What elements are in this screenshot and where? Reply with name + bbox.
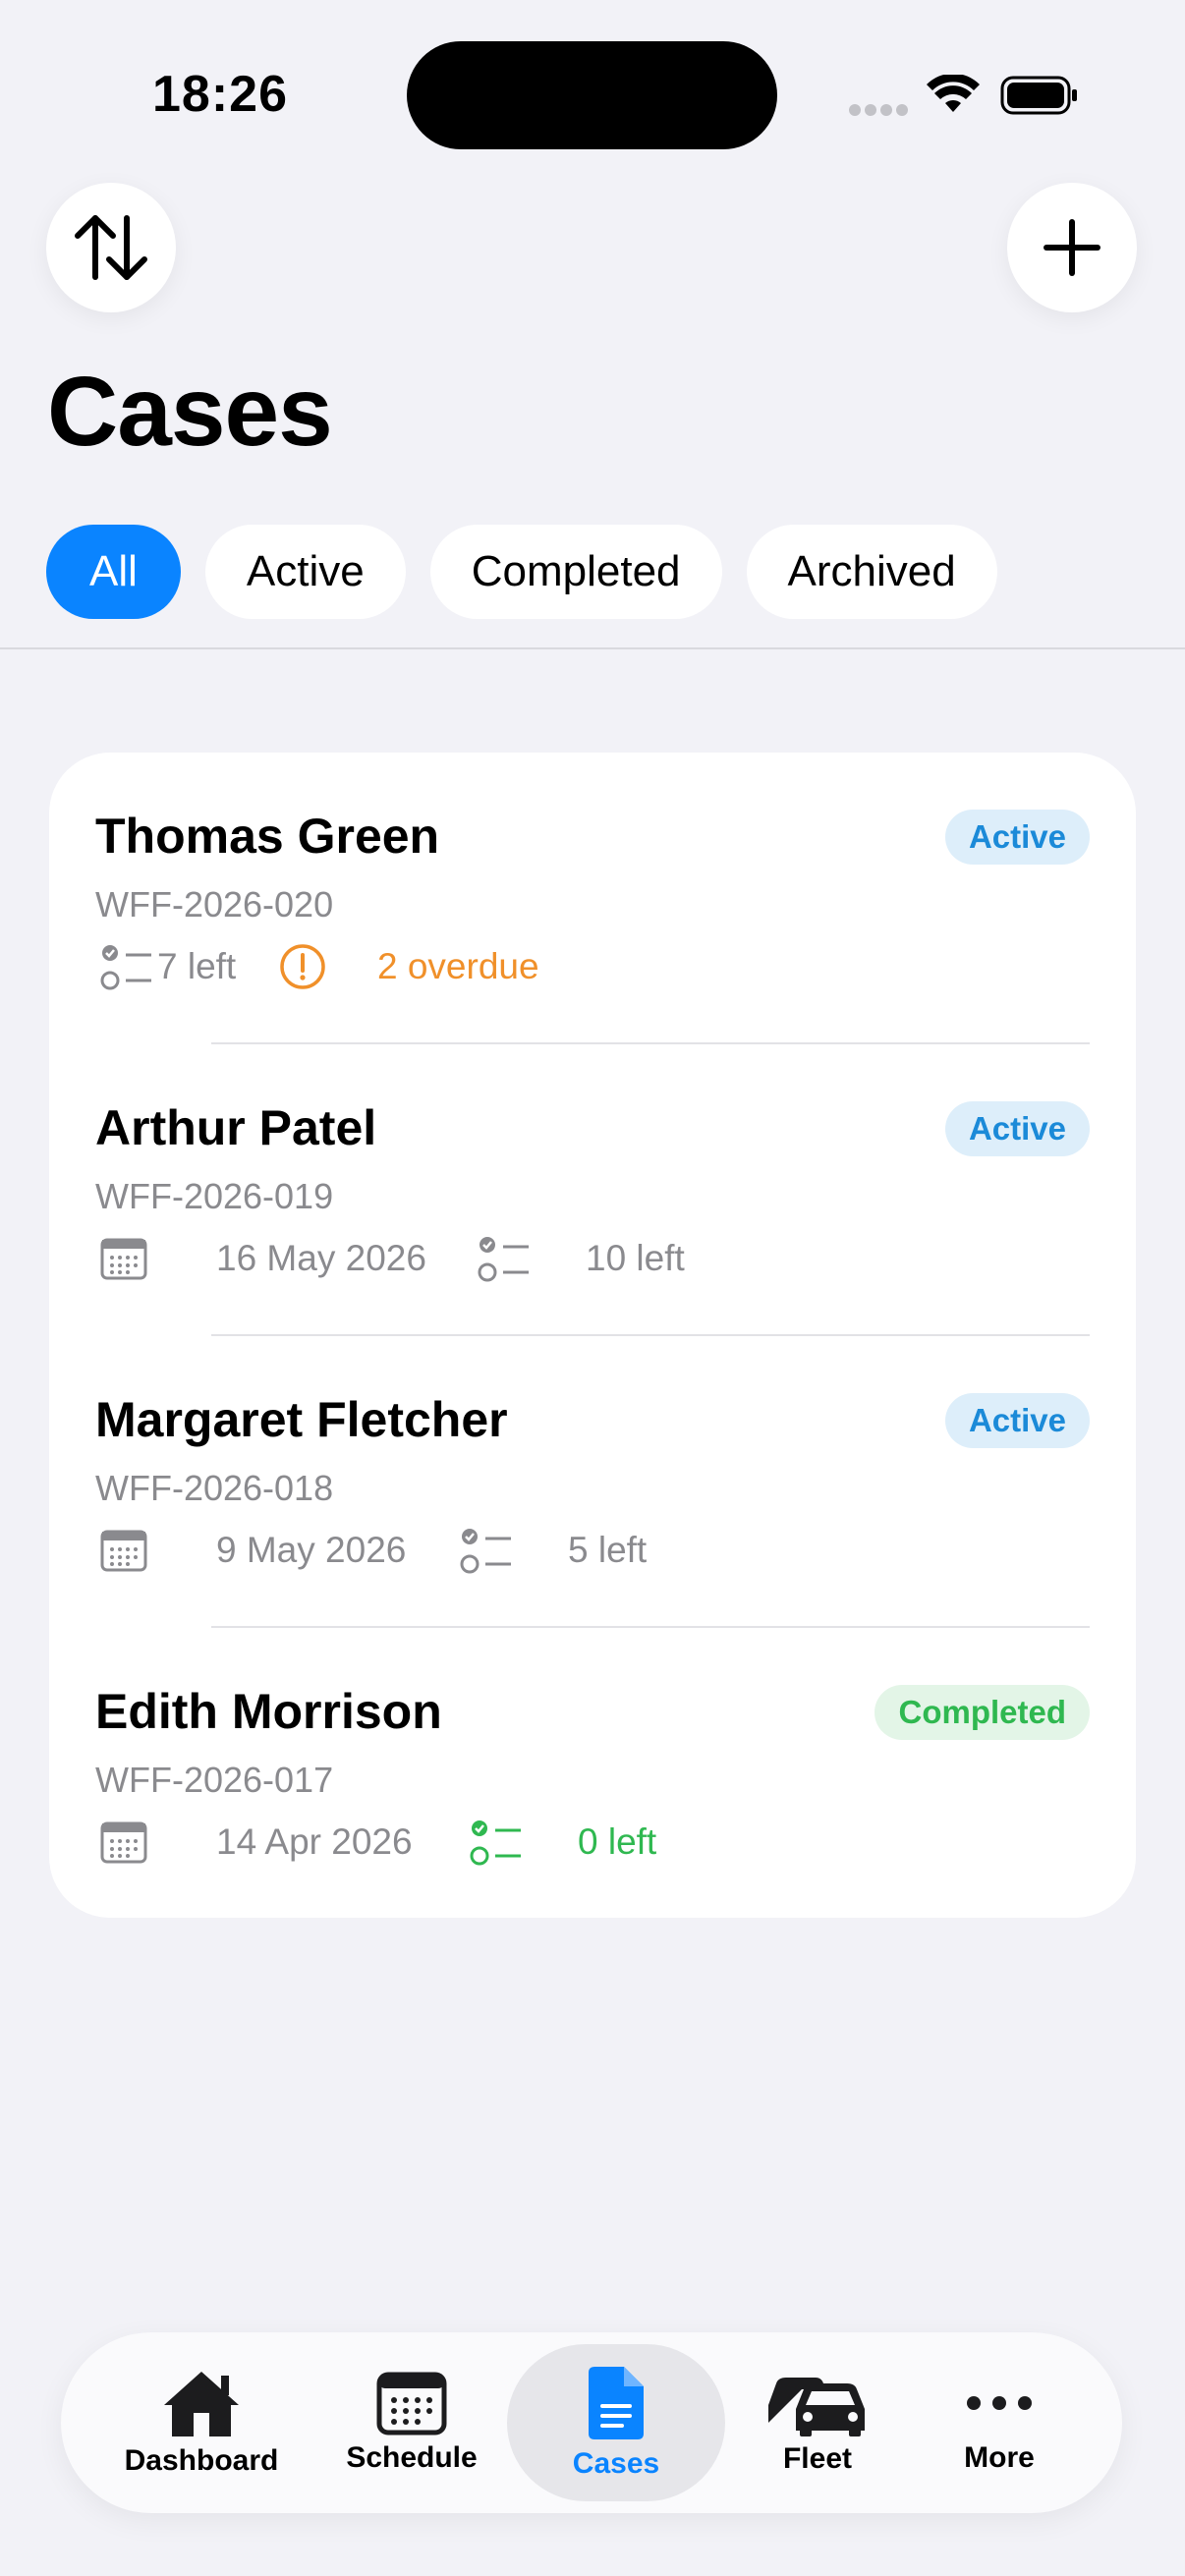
- arrow-up-down-icon: [75, 215, 147, 280]
- checklist-complete-icon: [470, 1815, 578, 1870]
- battery-icon: [1000, 76, 1077, 115]
- plus-icon: [1044, 219, 1100, 276]
- ellipsis-icon: [967, 2396, 1032, 2410]
- tab-bar: Dashboard Schedule Cases Fleet More: [61, 2332, 1122, 2513]
- case-meta: 14 Apr 2026 0 left: [100, 1815, 656, 1870]
- page-title: Cases: [47, 357, 333, 467]
- tasks-left: 5 left: [568, 1530, 648, 1570]
- tasks-left: 0 left: [578, 1821, 657, 1862]
- filter-all[interactable]: All: [46, 525, 181, 619]
- tab-dashboard[interactable]: Dashboard: [118, 2332, 285, 2513]
- filter-active[interactable]: Active: [204, 525, 406, 619]
- tasks-left: 7 left: [157, 946, 237, 986]
- house-icon: [164, 2372, 239, 2436]
- status-badge: Active: [944, 810, 1090, 865]
- case-date: 9 May 2026: [216, 1530, 407, 1570]
- status-badge: Active: [944, 1393, 1090, 1448]
- sort-button[interactable]: [46, 183, 176, 312]
- checklist-icon: [460, 1523, 568, 1578]
- tab-fleet[interactable]: Fleet: [744, 2332, 891, 2513]
- status-badge: Completed: [875, 1685, 1090, 1740]
- case-name: Edith Morrison: [95, 1684, 442, 1739]
- calendar-icon: [100, 1815, 159, 1870]
- case-id: WFF-2026-017: [95, 1760, 334, 1800]
- tab-label: Cases: [572, 2447, 660, 2480]
- tab-label: Dashboard: [124, 2444, 279, 2477]
- wifi-icon: [927, 75, 980, 112]
- case-row[interactable]: Edith Morrison Completed WFF-2026-017 14…: [49, 1628, 1136, 1918]
- calendar-icon: [100, 1523, 159, 1578]
- filter-completed[interactable]: Completed: [429, 525, 722, 619]
- case-meta: 9 May 2026 5 left: [100, 1523, 647, 1578]
- tasks-left: 10 left: [586, 1238, 685, 1278]
- case-name: Arthur Patel: [95, 1100, 377, 1155]
- checklist-icon: [100, 939, 159, 994]
- overdue-count: 2 overdue: [377, 946, 539, 986]
- case-row[interactable]: Thomas Green Active WFF-2026-020 7 left …: [49, 753, 1136, 1044]
- case-id: WFF-2026-020: [95, 884, 334, 924]
- tab-schedule[interactable]: Schedule: [338, 2332, 485, 2513]
- cars-icon: [768, 2378, 865, 2436]
- case-row[interactable]: Arthur Patel Active WFF-2026-019 16 May …: [49, 1044, 1136, 1336]
- status-badge: Active: [944, 1101, 1090, 1156]
- checklist-icon: [478, 1231, 586, 1286]
- case-date: 16 May 2026: [216, 1238, 426, 1278]
- dynamic-island: [407, 41, 777, 149]
- status-time: 18:26: [152, 66, 288, 123]
- case-date: 14 Apr 2026: [216, 1821, 413, 1862]
- case-meta: 7 left 2 overdue: [100, 939, 539, 994]
- calendar-icon: [100, 1231, 159, 1286]
- case-meta: 16 May 2026 10 left: [100, 1231, 685, 1286]
- case-id: WFF-2026-019: [95, 1176, 334, 1216]
- case-id: WFF-2026-018: [95, 1468, 334, 1508]
- filter-archived[interactable]: Archived: [746, 525, 997, 619]
- tab-label: Fleet: [782, 2442, 853, 2475]
- tab-label: Schedule: [346, 2441, 478, 2474]
- document-icon: [589, 2367, 644, 2439]
- case-name: Thomas Green: [95, 809, 440, 864]
- filter-divider: [0, 647, 1185, 649]
- alert-icon: [279, 939, 377, 994]
- case-row[interactable]: Margaret Fletcher Active WFF-2026-018 9 …: [49, 1336, 1136, 1628]
- case-name: Margaret Fletcher: [95, 1392, 508, 1447]
- tab-label: More: [964, 2441, 1035, 2474]
- add-case-button[interactable]: [1007, 183, 1137, 312]
- tab-more[interactable]: More: [926, 2332, 1073, 2513]
- calendar-icon: [376, 2372, 447, 2436]
- cases-list: Thomas Green Active WFF-2026-020 7 left …: [49, 753, 1136, 1918]
- filter-tabs: All Active Completed Archived: [46, 525, 997, 619]
- tab-cases[interactable]: Cases: [507, 2332, 725, 2513]
- cellular-signal-icon: [849, 104, 908, 116]
